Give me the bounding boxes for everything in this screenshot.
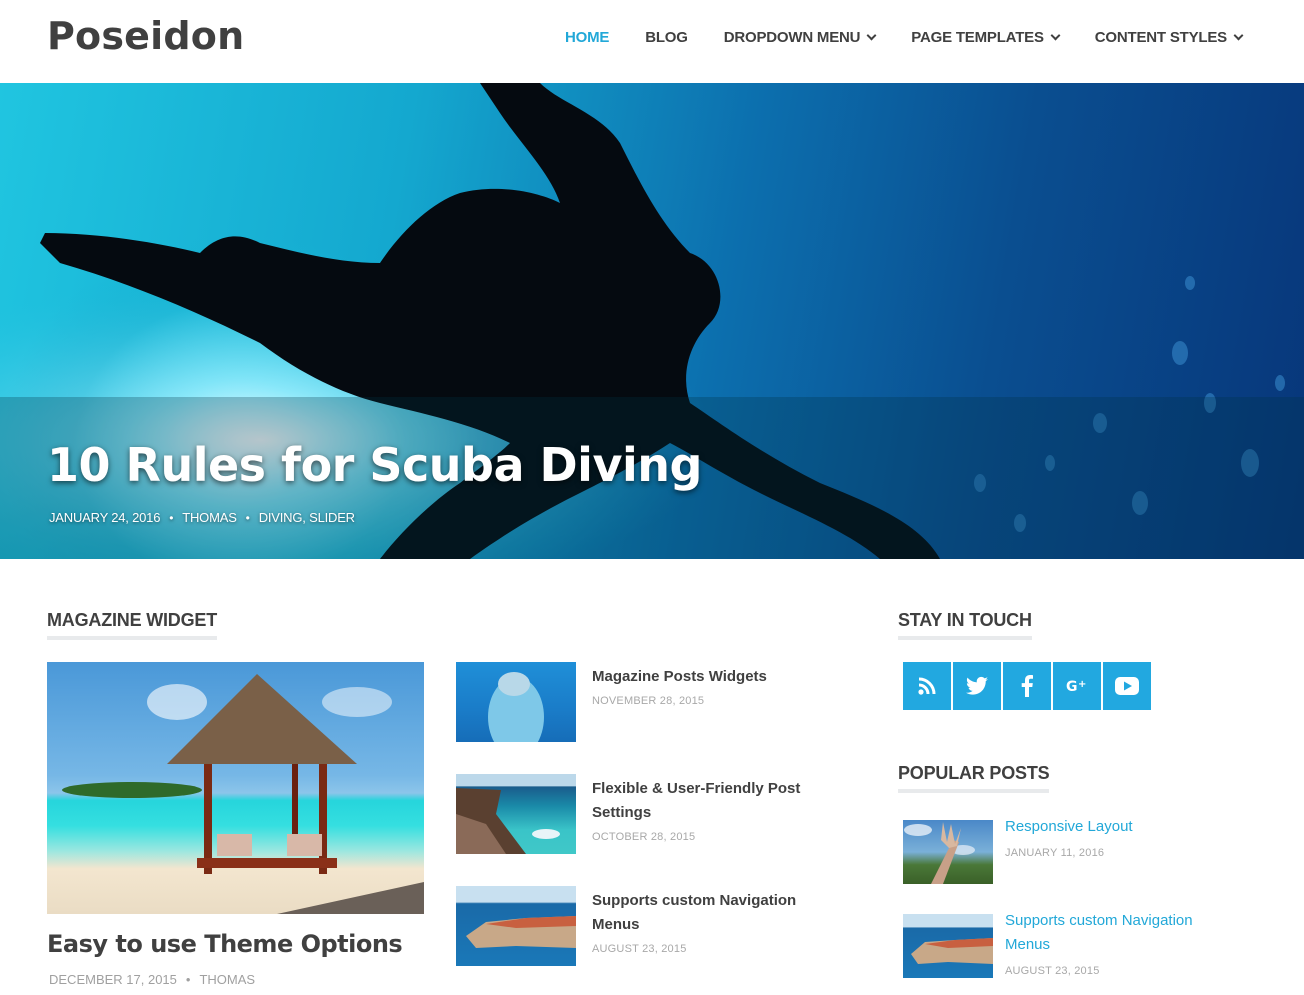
trident-thumbnail[interactable]	[903, 820, 993, 884]
facebook-button[interactable]	[1003, 662, 1051, 710]
trident-statue-image	[904, 822, 975, 884]
popular-post-date: JANUARY 11, 2016	[1005, 847, 1105, 859]
featured-post-author[interactable]: THOMAS	[199, 972, 255, 987]
featured-post-date[interactable]: DECEMBER 17, 2015	[49, 972, 177, 987]
rocky-coast-image	[456, 788, 560, 854]
hero-slider[interactable]: 10 Rules for Scuba Diving JANUARY 24, 20…	[0, 83, 1304, 559]
hero-title[interactable]: 10 Rules for Scuba Diving	[47, 438, 702, 492]
chevron-down-icon	[1050, 30, 1061, 41]
chevron-down-icon	[866, 30, 877, 41]
post-date: NOVEMBER 28, 2015	[592, 695, 705, 707]
svg-text:G: G	[1066, 679, 1078, 694]
youtube-icon	[1115, 677, 1139, 695]
google-plus-icon: G +	[1066, 679, 1086, 694]
popular-post-date: AUGUST 23, 2015	[1005, 965, 1100, 977]
post-date: AUGUST 23, 2015	[592, 943, 687, 955]
rss-icon	[918, 677, 936, 695]
nav-item-page-templates[interactable]: PAGE TEMPLATES	[911, 29, 1061, 46]
nav-label: DROPDOWN MENU	[723, 29, 861, 46]
post-title[interactable]: Magazine Posts Widgets	[592, 665, 832, 689]
nav-label: CONTENT STYLES	[1094, 29, 1227, 46]
hero-meta: JANUARY 24, 2016 • THOMAS • DIVING, SLID…	[49, 510, 355, 525]
post-title[interactable]: Supports custom Navigation Menus	[592, 889, 832, 937]
twitter-icon	[966, 676, 988, 695]
post-date: OCTOBER 28, 2015	[592, 831, 696, 843]
svg-text:+: +	[1078, 679, 1086, 690]
site-header: Poseidon HOME BLOG DROPDOWN MENU PAGE TE…	[0, 0, 1304, 83]
twitter-button[interactable]	[953, 662, 1001, 710]
post-title[interactable]: Flexible & User-Friendly Post Settings	[592, 777, 832, 825]
meta-separator: •	[169, 510, 174, 525]
nav-label: PAGE TEMPLATES	[911, 29, 1044, 46]
dolphin-thumbnail[interactable]	[456, 662, 576, 742]
chevron-down-icon	[1233, 30, 1244, 41]
nav-label: BLOG	[645, 29, 688, 46]
google-plus-button[interactable]: G +	[1053, 662, 1101, 710]
nav-item-home[interactable]: HOME	[565, 29, 609, 46]
youtube-button[interactable]	[1103, 662, 1151, 710]
site-title[interactable]: Poseidon	[47, 14, 244, 58]
coastal-town-image	[911, 938, 993, 964]
nav-item-content-styles[interactable]: CONTENT STYLES	[1094, 29, 1244, 46]
meta-separator: •	[245, 510, 250, 525]
stay-in-touch-heading: STAY IN TOUCH	[898, 610, 1032, 640]
beach-gazebo-image	[62, 674, 424, 914]
dolphin-image	[488, 672, 544, 742]
nav-item-dropdown-menu[interactable]: DROPDOWN MENU	[723, 29, 877, 46]
social-icons: G +	[903, 662, 1151, 710]
coastal-town-thumbnail[interactable]	[903, 914, 993, 978]
popular-posts-heading: POPULAR POSTS	[898, 763, 1050, 793]
coastal-town-thumbnail[interactable]	[456, 886, 576, 966]
featured-post-image[interactable]	[47, 662, 424, 914]
coastal-town-image	[466, 916, 576, 948]
facebook-icon	[1021, 675, 1033, 697]
main-navigation: HOME BLOG DROPDOWN MENU PAGE TEMPLATES C…	[529, 29, 1244, 46]
magazine-widget-heading: MAGAZINE WIDGET	[47, 610, 217, 640]
hero-categories[interactable]: DIVING, SLIDER	[259, 510, 355, 525]
hero-date[interactable]: JANUARY 24, 2016	[49, 510, 160, 525]
popular-post-title[interactable]: Supports custom Navigation Menus	[1005, 909, 1235, 957]
nav-item-blog[interactable]: BLOG	[645, 29, 688, 46]
rocky-coast-thumbnail[interactable]	[456, 774, 576, 854]
rss-button[interactable]	[903, 662, 951, 710]
featured-post-meta: DECEMBER 17, 2015 • THOMAS	[49, 972, 255, 987]
meta-separator: •	[185, 972, 191, 987]
popular-post-title[interactable]: Responsive Layout	[1005, 815, 1235, 839]
featured-post-title[interactable]: Easy to use Theme Options	[47, 930, 403, 958]
nav-label: HOME	[564, 29, 610, 46]
hero-author[interactable]: THOMAS	[182, 510, 237, 525]
